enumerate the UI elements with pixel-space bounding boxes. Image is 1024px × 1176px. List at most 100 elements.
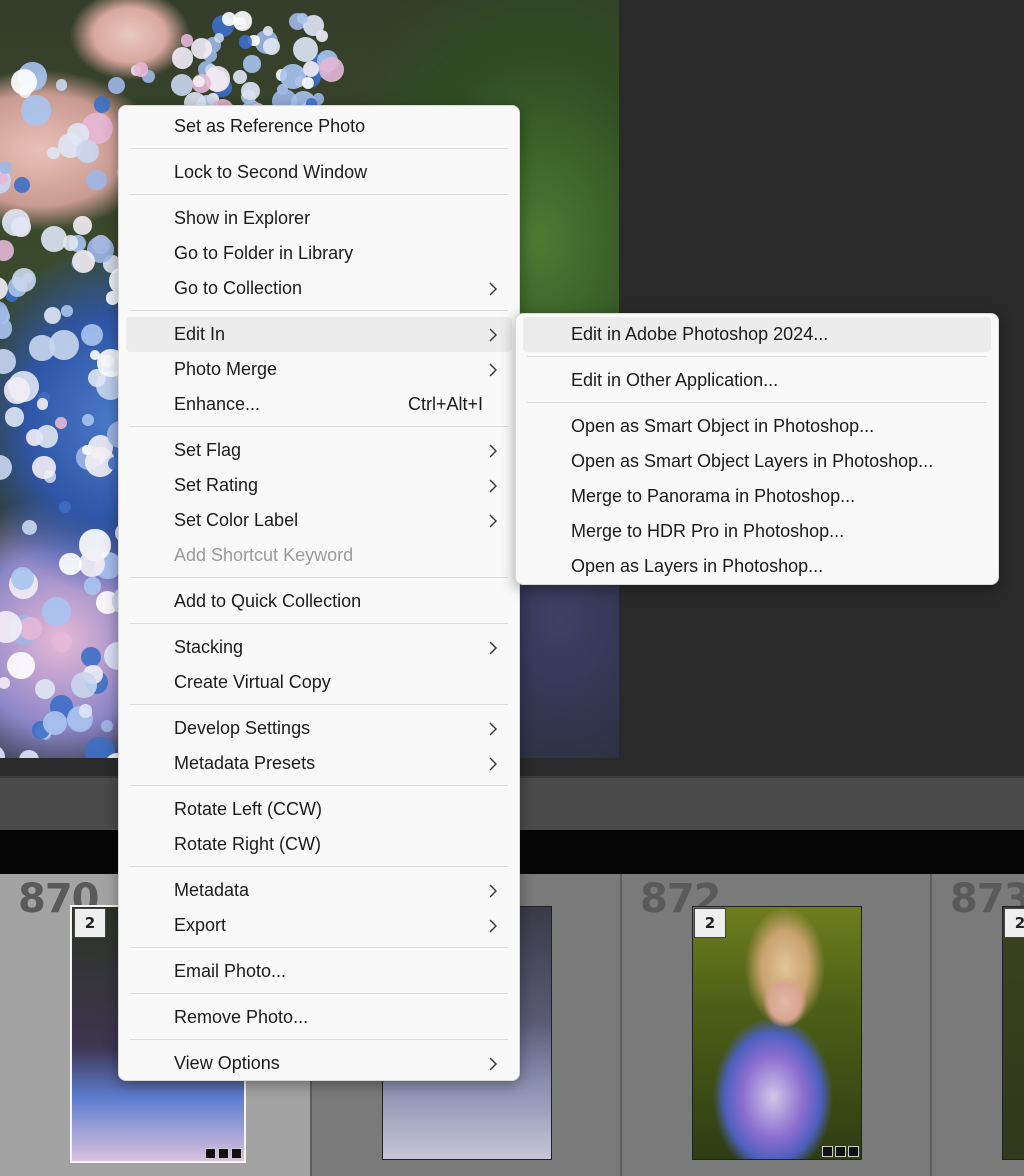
menu-item-label: Add Shortcut Keyword <box>174 545 354 565</box>
menu-item-view-options[interactable]: View Options <box>126 1046 512 1081</box>
menu-item-set-color-label[interactable]: Set Color Label <box>126 503 512 538</box>
sequin-texture <box>12 267 37 292</box>
sequin-texture <box>55 417 68 429</box>
menu-item-label: Enhance... <box>174 394 261 414</box>
menu-item-lock-to-second-window[interactable]: Lock to Second Window <box>126 155 512 190</box>
sequin-texture <box>190 38 212 60</box>
menu-separator <box>130 993 508 994</box>
sequin-texture <box>10 68 38 96</box>
chevron-right-icon <box>489 641 497 654</box>
menu-item-label: Develop Settings <box>174 718 311 738</box>
submenu-item-open-as-smart-object-layers[interactable]: Open as Smart Object Layers in Photoshop… <box>523 444 991 479</box>
menu-item-label: Metadata Presets <box>174 753 316 773</box>
menu-item-add-to-quick-collection[interactable]: Add to Quick Collection <box>126 584 512 619</box>
context-menu: Set as Reference Photo Lock to Second Wi… <box>118 105 520 1081</box>
menu-item-label: Set Color Label <box>174 510 299 530</box>
stack-count-badge[interactable]: 2 <box>694 908 726 938</box>
sequin-texture <box>93 96 110 113</box>
stack-count-badge[interactable]: 2 <box>74 908 106 938</box>
submenu-item-edit-in-photoshop[interactable]: Edit in Adobe Photoshop 2024... <box>523 317 991 352</box>
menu-separator <box>527 402 987 403</box>
sequin-texture <box>263 37 281 56</box>
menu-separator <box>130 947 508 948</box>
menu-item-label: Set Flag <box>174 440 242 460</box>
filmstrip-cell[interactable]: 873 2 <box>932 874 1024 1176</box>
menu-item-develop-settings[interactable]: Develop Settings <box>126 711 512 746</box>
menu-item-metadata-presets[interactable]: Metadata Presets <box>126 746 512 781</box>
filmstrip-cell[interactable]: 872 2 <box>622 874 932 1176</box>
sequin-texture <box>73 216 92 235</box>
menu-item-rotate-left[interactable]: Rotate Left (CCW) <box>126 792 512 827</box>
menu-item-label: Open as Smart Object Layers in Photoshop… <box>571 451 934 471</box>
submenu-item-merge-to-panorama[interactable]: Merge to Panorama in Photoshop... <box>523 479 991 514</box>
sequin-texture <box>43 306 61 324</box>
menu-item-photo-merge[interactable]: Photo Merge <box>126 352 512 387</box>
sequin-texture <box>133 62 149 77</box>
menu-item-show-in-explorer[interactable]: Show in Explorer <box>126 201 512 236</box>
sequin-texture <box>47 146 60 160</box>
menu-item-export[interactable]: Export <box>126 908 512 943</box>
sequin-texture <box>42 596 72 626</box>
submenu-item-open-as-smart-object[interactable]: Open as Smart Object in Photoshop... <box>523 409 991 444</box>
sequin-texture <box>238 35 253 49</box>
thumbnail[interactable] <box>692 906 862 1160</box>
stack-count-badge[interactable]: 2 <box>1004 908 1024 938</box>
sequin-texture <box>43 711 68 736</box>
menu-item-stacking[interactable]: Stacking <box>126 630 512 665</box>
sequin-texture <box>0 676 10 689</box>
sequin-texture <box>241 82 260 101</box>
chevron-right-icon <box>489 328 497 341</box>
sequin-texture <box>19 617 42 640</box>
sequin-texture <box>71 249 95 273</box>
menu-item-set-flag[interactable]: Set Flag <box>126 433 512 468</box>
menu-item-set-rating[interactable]: Set Rating <box>126 468 512 503</box>
menu-separator <box>130 194 508 195</box>
sequin-texture <box>232 69 247 84</box>
menu-item-rotate-right[interactable]: Rotate Right (CW) <box>126 827 512 862</box>
sequin-texture <box>34 678 56 700</box>
sequin-texture <box>20 95 52 126</box>
menu-item-metadata[interactable]: Metadata <box>126 873 512 908</box>
sequin-texture <box>60 305 73 317</box>
chevron-right-icon <box>489 757 497 770</box>
sequin-texture <box>22 520 38 536</box>
thumbnail[interactable] <box>1002 906 1024 1160</box>
sequin-texture <box>293 36 319 62</box>
menu-item-remove-photo[interactable]: Remove Photo... <box>126 1000 512 1035</box>
menu-item-email-photo[interactable]: Email Photo... <box>126 954 512 989</box>
menu-item-set-as-reference-photo[interactable]: Set as Reference Photo <box>126 109 512 144</box>
menu-separator <box>130 426 508 427</box>
menu-separator <box>130 704 508 705</box>
menu-separator <box>130 866 508 867</box>
menu-item-go-to-collection[interactable]: Go to Collection <box>126 271 512 306</box>
submenu-item-merge-to-hdr-pro[interactable]: Merge to HDR Pro in Photoshop... <box>523 514 991 549</box>
menu-item-label: Show in Explorer <box>174 208 311 228</box>
sequin-texture <box>0 348 16 374</box>
menu-item-create-virtual-copy[interactable]: Create Virtual Copy <box>126 665 512 700</box>
menu-item-label: Set Rating <box>174 475 259 495</box>
chevron-right-icon <box>489 282 497 295</box>
sequin-texture <box>0 239 14 261</box>
submenu-item-open-as-layers[interactable]: Open as Layers in Photoshop... <box>523 549 991 584</box>
menu-item-go-to-folder-in-library[interactable]: Go to Folder in Library <box>126 236 512 271</box>
menu-item-label: View Options <box>174 1053 280 1073</box>
menu-item-label: Lock to Second Window <box>174 162 368 182</box>
sequin-texture <box>0 744 5 758</box>
sequin-texture <box>243 55 261 73</box>
thumbnail-status-icons <box>205 1148 242 1159</box>
sequin-texture <box>80 646 101 667</box>
sequin-texture <box>71 672 98 698</box>
menu-item-label: Edit In <box>174 324 226 344</box>
menu-item-label: Merge to Panorama in Photoshop... <box>571 486 856 506</box>
menu-item-label: Open as Smart Object in Photoshop... <box>571 416 875 436</box>
menu-item-label: Open as Layers in Photoshop... <box>571 556 824 576</box>
sequin-texture <box>81 414 94 427</box>
submenu-item-edit-in-other-application[interactable]: Edit in Other Application... <box>523 363 991 398</box>
sequin-texture <box>10 566 34 590</box>
menu-item-edit-in[interactable]: Edit In <box>126 317 512 352</box>
menu-item-enhance[interactable]: Enhance... Ctrl+Alt+I <box>126 387 512 422</box>
sequin-texture <box>14 177 31 194</box>
menu-item-label: Metadata <box>174 880 250 900</box>
sequin-texture <box>81 324 103 346</box>
sequin-texture <box>2 208 30 237</box>
